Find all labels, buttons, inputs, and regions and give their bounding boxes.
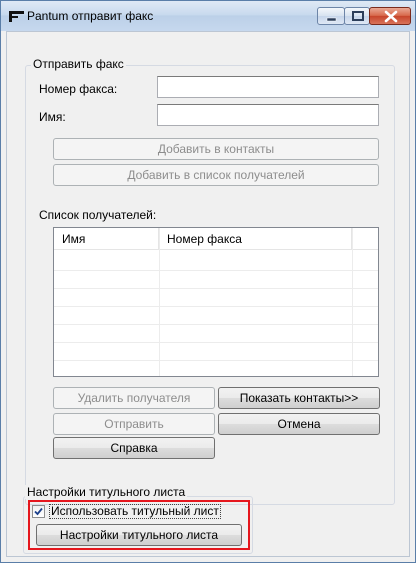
fax-dialog-window: Pantum отправит факс Отправить факс Номе… [0, 0, 416, 563]
table-gridline [352, 228, 353, 376]
use-cover-page-checkbox-row[interactable]: Использовать титульный лист [32, 504, 247, 520]
dialog-client-area: Отправить факс Номер факса: Имя: Добавит… [6, 31, 410, 557]
recipients-list-label: Список получателей: [39, 208, 157, 222]
send-button[interactable]: Отправить [53, 413, 215, 435]
window-title: Pantum отправит факс [27, 9, 154, 23]
recipients-table-header: Имя Номер факса [54, 228, 378, 250]
fax-number-label: Номер факса: [39, 82, 118, 96]
cancel-button[interactable]: Отмена [218, 413, 380, 435]
show-contacts-button[interactable]: Показать контакты>> [218, 387, 380, 409]
close-icon [384, 10, 398, 23]
name-label: Имя: [39, 110, 66, 124]
minimize-button[interactable] [317, 7, 345, 25]
table-gridline [54, 342, 378, 343]
help-button[interactable]: Справка [53, 437, 215, 459]
name-field[interactable] [157, 104, 379, 126]
table-gridline [54, 360, 378, 361]
use-cover-page-checkbox[interactable] [32, 505, 45, 518]
add-to-contacts-button[interactable]: Добавить в контакты [53, 138, 379, 160]
table-gridline [54, 324, 378, 325]
checkmark-icon [34, 507, 43, 516]
title-bar[interactable]: Pantum отправит факс [1, 1, 415, 31]
table-gridline [54, 288, 378, 289]
add-to-recipients-button[interactable]: Добавить в список получателей [53, 164, 379, 186]
remove-recipient-button[interactable]: Удалить получателя [53, 387, 215, 409]
column-header-filler [352, 228, 378, 250]
pantum-app-icon [9, 9, 25, 23]
close-button[interactable] [369, 7, 411, 25]
cover-page-group-title: Настройки титульного листа [25, 485, 188, 499]
fax-number-field[interactable] [157, 76, 379, 98]
use-cover-page-label[interactable]: Использовать титульный лист [49, 504, 221, 519]
column-header-name[interactable]: Имя [54, 228, 159, 250]
cover-page-settings-button[interactable]: Настройки титульного листа [36, 524, 242, 546]
recipients-table[interactable]: Имя Номер факса [53, 227, 379, 377]
maximize-button[interactable] [344, 7, 370, 25]
minimize-icon [326, 17, 337, 22]
send-fax-group-title: Отправить факс [31, 57, 126, 71]
table-gridline [54, 270, 378, 271]
maximize-icon [352, 11, 364, 21]
table-gridline [159, 228, 160, 376]
table-gridline [54, 306, 378, 307]
column-header-fax-number[interactable]: Номер факса [159, 228, 352, 250]
